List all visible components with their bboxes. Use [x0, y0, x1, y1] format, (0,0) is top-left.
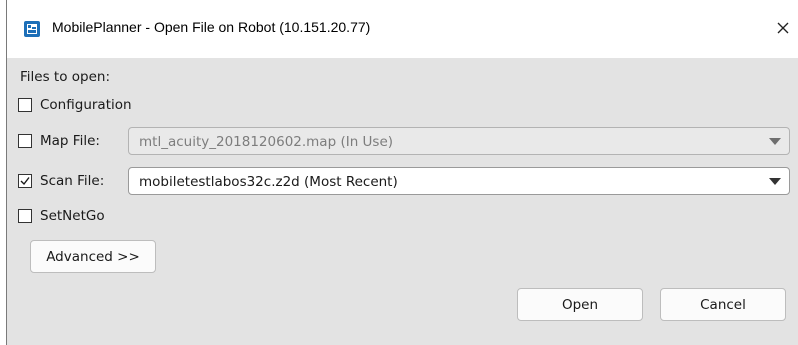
map-file-checkbox[interactable]	[18, 134, 32, 148]
setnetgo-option[interactable]: SetNetGo	[18, 206, 105, 226]
cancel-button[interactable]: Cancel	[660, 288, 786, 321]
scan-file-option[interactable]: Scan File:	[18, 171, 104, 191]
advanced-button[interactable]: Advanced >>	[30, 240, 156, 273]
chevron-down-icon	[769, 138, 781, 145]
open-file-dialog: MobilePlanner - Open File on Robot (10.1…	[6, 0, 798, 345]
chevron-down-icon	[769, 178, 781, 185]
window-title: MobilePlanner - Open File on Robot (10.1…	[52, 19, 371, 35]
scan-file-select[interactable]: mobiletestlabos32c.z2d (Most Recent)	[128, 167, 790, 195]
close-icon[interactable]	[773, 18, 793, 38]
open-button[interactable]: Open	[517, 288, 643, 321]
map-file-value: mtl_acuity_2018120602.map (In Use)	[139, 134, 394, 150]
dialog-body: Files to open: Configuration Map File: m…	[7, 58, 798, 345]
checkmark-icon	[20, 177, 30, 186]
setnetgo-checkbox[interactable]	[18, 209, 32, 223]
configuration-checkbox[interactable]	[18, 98, 32, 112]
configuration-option[interactable]: Configuration	[18, 95, 132, 115]
scan-file-label: Scan File:	[40, 173, 105, 189]
files-to-open-label: Files to open:	[20, 69, 110, 85]
map-file-option[interactable]: Map File:	[18, 131, 100, 151]
map-file-label: Map File:	[40, 133, 100, 149]
configuration-label: Configuration	[40, 97, 132, 113]
map-file-select[interactable]: mtl_acuity_2018120602.map (In Use)	[128, 127, 790, 155]
scan-file-checkbox[interactable]	[18, 174, 32, 188]
setnetgo-label: SetNetGo	[40, 208, 105, 224]
title-bar[interactable]: MobilePlanner - Open File on Robot (10.1…	[7, 0, 798, 58]
scan-file-value: mobiletestlabos32c.z2d (Most Recent)	[139, 174, 398, 190]
mobileplanner-app-icon	[24, 21, 40, 37]
